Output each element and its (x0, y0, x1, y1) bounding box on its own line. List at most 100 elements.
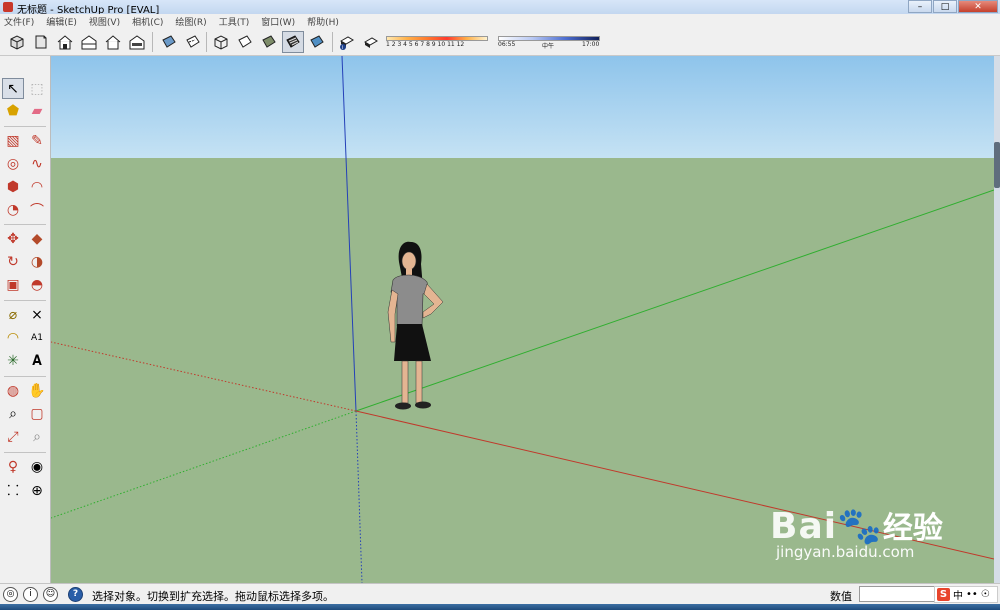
ime-toolbar[interactable]: S 中 •• ☉ (934, 586, 998, 603)
month-scale: 1 2 3 4 5 6 7 8 9 10 11 12 (386, 41, 465, 48)
views-toolbar: i 1 2 3 4 5 6 7 8 9 10 11 12 06:55 中午 17… (0, 28, 1000, 56)
select-arrow-icon[interactable]: ↖ (2, 78, 24, 99)
measurements-input[interactable] (859, 586, 937, 602)
sogou-ime-icon[interactable]: S (937, 588, 950, 601)
zoom-extents-icon[interactable]: ⤢ (2, 426, 24, 447)
orbit-icon[interactable]: ◍ (2, 380, 24, 401)
left-view-icon[interactable] (126, 31, 148, 53)
hidden-line-icon[interactable] (234, 31, 256, 53)
menu-camera[interactable]: 相机(C) (132, 15, 163, 28)
watermark-logo-latin: Bai (770, 506, 838, 547)
circle-icon[interactable]: ◎ (2, 153, 24, 174)
rectangle-icon[interactable]: ▧ (2, 130, 24, 151)
zoom-icon[interactable]: ⌕ (2, 403, 24, 424)
polygon-icon[interactable]: ⬢ (2, 176, 24, 197)
walk-footprints-icon[interactable]: ⸬ (2, 480, 24, 501)
make-component-icon[interactable]: ⬚ (26, 78, 48, 99)
back-view-icon[interactable] (102, 31, 124, 53)
ime-language[interactable]: 中 (953, 587, 963, 602)
shadow-month-slider[interactable]: 1 2 3 4 5 6 7 8 9 10 11 12 (386, 34, 490, 52)
menu-edit[interactable]: 编辑(E) (46, 15, 77, 28)
watermark-url: jingyan.baidu.com (776, 543, 915, 561)
3d-text-icon[interactable]: 𝐀 (26, 350, 48, 371)
rotate-icon[interactable]: ↻ (2, 251, 24, 272)
menu-help[interactable]: 帮助(H) (307, 15, 339, 28)
windows-taskbar (0, 604, 1000, 610)
back-edges-icon[interactable] (182, 31, 204, 53)
time-start: 06:55 (498, 41, 516, 48)
freehand-icon[interactable]: ∿ (26, 153, 48, 174)
wireframe-icon[interactable] (210, 31, 232, 53)
push-pull-icon[interactable]: ◆ (26, 228, 48, 249)
right-view-icon[interactable] (78, 31, 100, 53)
menu-tools[interactable]: 工具(T) (219, 15, 250, 28)
svg-text:i: i (342, 45, 343, 51)
shaded-with-textures-icon[interactable] (282, 31, 304, 53)
menu-view[interactable]: 视图(V) (89, 15, 120, 28)
text-tool-icon[interactable]: A1 (26, 327, 48, 348)
window-controls: – □ ✕ (908, 0, 998, 13)
iso-view-icon[interactable] (6, 31, 28, 53)
ime-mic-icon[interactable]: ☉ (981, 589, 990, 600)
menu-file[interactable]: 文件(F) (4, 15, 34, 28)
paint-bucket-icon[interactable]: ⬟ (2, 100, 24, 121)
arc-icon[interactable]: ◠ (26, 176, 48, 197)
large-tool-set: ↖ ⬚ ⬟ ▰ ▧ ✎ ◎ ∿ ⬢ ◠ ◔ ⌒ ✥ ◆ ↻ ◑ ▣ ◓ ⌀ ⨯ … (0, 56, 51, 583)
pie-icon[interactable]: ◔ (2, 199, 24, 220)
pan-hand-icon[interactable]: ✋ (26, 380, 48, 401)
user-account-icon[interactable]: ☺ (43, 587, 58, 602)
ime-punctuation-icon[interactable]: •• (966, 589, 978, 600)
menu-draw[interactable]: 绘图(R) (175, 15, 206, 28)
move-icon[interactable]: ✥ (2, 228, 24, 249)
green-axis-line (355, 189, 994, 412)
shaded-icon[interactable] (258, 31, 280, 53)
follow-me-icon[interactable]: ◑ (26, 251, 48, 272)
eraser-icon[interactable]: ▰ (26, 100, 48, 121)
person-component (387, 241, 444, 410)
protractor-icon[interactable]: ◠ (2, 327, 24, 348)
shadow-settings-icon[interactable]: i (336, 31, 358, 53)
red-axis-dotted (51, 341, 357, 412)
status-message: 选择对象。切换到扩充选择。拖动鼠标选择多项。 (92, 590, 334, 603)
minimize-button[interactable]: – (908, 0, 932, 13)
credits-info-icon[interactable]: i (23, 587, 38, 602)
zoom-window-icon[interactable]: ▢ (26, 403, 48, 424)
dimension-icon[interactable]: ⨯ (26, 304, 48, 325)
position-camera-icon[interactable]: ♀ (2, 456, 24, 477)
look-around-eye-icon[interactable]: ◉ (26, 456, 48, 477)
menu-window[interactable]: 窗口(W) (261, 15, 295, 28)
baidu-jingyan-watermark: Bai🐾经验 jingyan.baidu.com (770, 503, 943, 561)
blue-axis-dotted (355, 410, 363, 583)
line-pencil-icon[interactable]: ✎ (26, 130, 48, 151)
time-noon: 中午 (542, 43, 555, 50)
shadow-time-slider[interactable]: 06:55 中午 17:00 (498, 34, 602, 52)
help-icon[interactable]: ? (68, 587, 83, 602)
render-mode-group (210, 31, 328, 53)
front-view-icon[interactable] (54, 31, 76, 53)
watermark-paw-icon: 🐾 (837, 506, 883, 547)
close-button[interactable]: ✕ (958, 0, 998, 13)
geolocation-icon[interactable]: ◎ (3, 587, 18, 602)
previous-view-icon[interactable]: ⌕ (26, 426, 48, 447)
maximize-button[interactable]: □ (933, 0, 957, 13)
time-end: 17:00 (582, 41, 600, 48)
two-point-arc-icon[interactable]: ⌒ (26, 199, 48, 220)
top-view-icon[interactable] (30, 31, 52, 53)
axes-icon[interactable]: ✳ (2, 350, 24, 371)
standard-views-group (6, 31, 148, 53)
side-panel-handle[interactable] (994, 142, 1000, 188)
shadows-group: i (336, 31, 382, 53)
scale-icon[interactable]: ▣ (2, 274, 24, 295)
offset-icon[interactable]: ◓ (26, 274, 48, 295)
display-shadows-icon[interactable] (360, 31, 382, 53)
monochrome-icon[interactable] (306, 31, 328, 53)
measurements-label: 数值 (830, 590, 852, 603)
status-bar: ◎ i ☺ ? 选择对象。切换到扩充选择。拖动鼠标选择多项。 数值 S 中 ••… (0, 583, 1000, 604)
title-bar: 无标题 - SketchUp Pro [EVAL] – □ ✕ (0, 0, 1000, 16)
section-plane-icon[interactable]: ⊕ (26, 480, 48, 501)
menu-bar: 文件(F) 编辑(E) 视图(V) 相机(C) 绘图(R) 工具(T) 窗口(W… (0, 14, 1000, 28)
xray-icon[interactable] (158, 31, 180, 53)
watermark-logo-cn: 经验 (882, 511, 943, 546)
green-axis-dotted (51, 410, 357, 519)
tape-measure-icon[interactable]: ⌀ (2, 304, 24, 325)
